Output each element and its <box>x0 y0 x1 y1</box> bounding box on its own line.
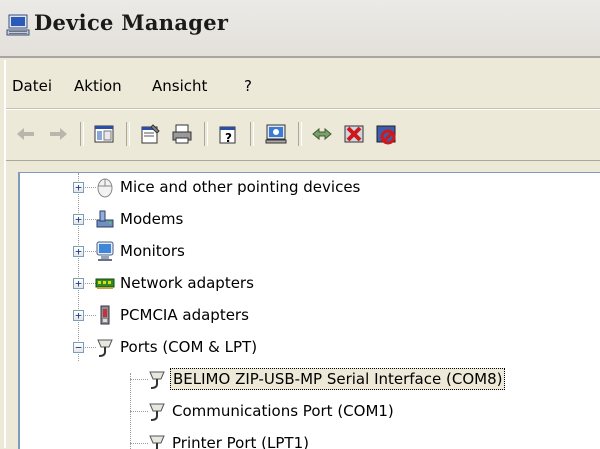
svg-text:?: ? <box>225 131 232 145</box>
tree-item-pcmcia-adapters[interactable]: PCMCIA adapters <box>118 304 251 326</box>
port-icon <box>149 435 165 449</box>
disable-icon <box>376 125 396 145</box>
menu-bar: Datei Aktion Ansicht ? <box>6 60 600 109</box>
show-hide-console-tree-icon <box>94 125 114 143</box>
monitor-icon <box>96 241 114 261</box>
properties-button[interactable] <box>136 120 164 148</box>
port-icon <box>97 339 113 357</box>
tree-item-belimo-serial-interface[interactable]: BELIMO ZIP-USB-MP Serial Interface (COM8… <box>170 368 506 390</box>
expand-button[interactable]: + <box>73 214 84 225</box>
tree-item-modems[interactable]: Modems <box>118 208 185 230</box>
uninstall-icon <box>344 125 364 143</box>
expand-button[interactable]: + <box>73 246 84 257</box>
device-manager-window: Datei Aktion Ansicht ? ? + Mice and othe… <box>4 60 600 449</box>
title-bar[interactable]: Device Manager <box>0 0 600 58</box>
tree-item-printer-port[interactable]: Printer Port (LPT1) <box>170 432 311 449</box>
update-driver-button[interactable] <box>308 120 336 148</box>
modem-icon <box>96 210 114 228</box>
mouse-icon <box>97 178 113 198</box>
expand-button[interactable]: + <box>73 182 84 193</box>
expand-button[interactable]: + <box>73 310 84 321</box>
tree-item-mice[interactable]: Mice and other pointing devices <box>118 176 362 198</box>
computer-icon <box>6 14 30 36</box>
menu-datei[interactable]: Datei <box>12 75 52 97</box>
tree-item-monitors[interactable]: Monitors <box>118 240 187 262</box>
toolbar-separator <box>126 122 130 146</box>
port-icon <box>149 371 165 389</box>
window-title: Device Manager <box>34 10 229 35</box>
print-button[interactable] <box>168 120 196 148</box>
forward-button[interactable] <box>44 120 72 148</box>
back-arrow-icon <box>17 128 34 140</box>
print-icon <box>172 124 192 144</box>
scan-hardware-button[interactable] <box>262 120 290 148</box>
device-tree[interactable]: + Mice and other pointing devices + Mode… <box>18 172 600 449</box>
collapse-button[interactable]: − <box>73 342 84 353</box>
menu-ansicht[interactable]: Ansicht <box>152 75 207 97</box>
pcmcia-icon <box>100 305 110 325</box>
expand-button[interactable]: + <box>73 278 84 289</box>
toolbar-separator <box>298 122 302 146</box>
disable-button[interactable] <box>372 120 400 148</box>
menu-help[interactable]: ? <box>244 75 252 97</box>
tree-item-network-adapters[interactable]: Network adapters <box>118 272 256 294</box>
toolbar-separator <box>80 122 84 146</box>
forward-arrow-icon <box>50 128 67 140</box>
menu-aktion[interactable]: Aktion <box>74 75 122 97</box>
toolbar-separator <box>204 122 208 146</box>
toolbar-separator <box>250 122 254 146</box>
tree-item-communications-port[interactable]: Communications Port (COM1) <box>170 400 396 422</box>
show-hide-tree-button[interactable] <box>90 120 118 148</box>
port-icon <box>149 403 165 421</box>
properties-icon <box>141 124 160 144</box>
scan-hardware-changes-icon <box>265 124 287 144</box>
uninstall-button[interactable] <box>340 120 368 148</box>
update-driver-icon <box>312 127 332 141</box>
tree-line <box>78 173 80 361</box>
network-adapter-icon <box>95 278 115 289</box>
tree-item-ports[interactable]: Ports (COM & LPT) <box>118 336 259 358</box>
help-icon: ? <box>219 126 236 145</box>
toolbar: ? <box>6 109 600 161</box>
back-button[interactable] <box>12 120 40 148</box>
help-button[interactable]: ? <box>214 120 242 148</box>
